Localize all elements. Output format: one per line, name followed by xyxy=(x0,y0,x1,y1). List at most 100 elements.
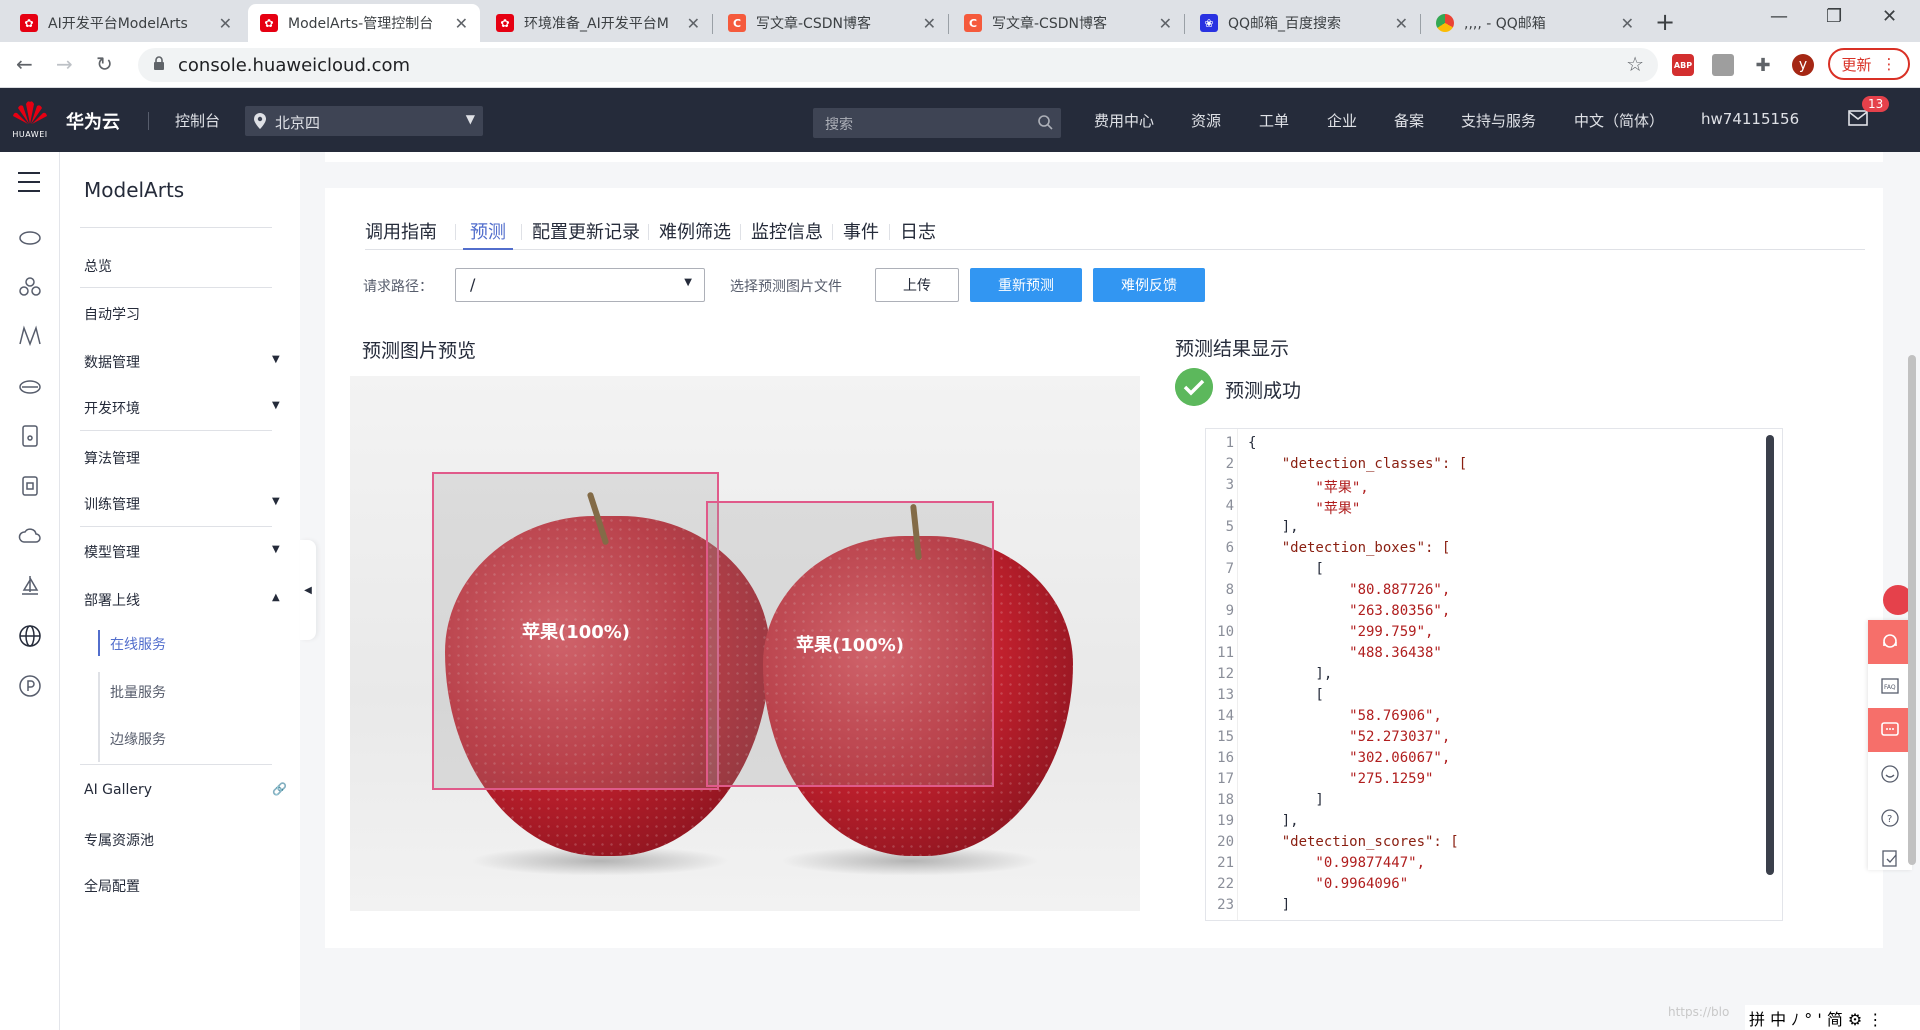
database-icon[interactable] xyxy=(18,424,42,448)
window-close-icon[interactable]: ✕ xyxy=(1882,6,1897,27)
hard-example-feedback-button[interactable]: 难例反馈 xyxy=(1093,268,1205,302)
sailboat-icon[interactable] xyxy=(18,574,42,598)
globe-icon[interactable] xyxy=(18,624,42,648)
avatar[interactable]: y xyxy=(1792,54,1814,76)
new-tab-icon[interactable]: + xyxy=(1655,8,1675,36)
menu-item-deployment[interactable]: 部署上线 xyxy=(84,590,140,610)
maximize-icon[interactable]: ❐ xyxy=(1826,6,1842,27)
submenu-online-service[interactable]: 在线服务 xyxy=(110,634,166,654)
menu-item-dedicated-pool[interactable]: 专属资源池 xyxy=(84,830,154,850)
collapse-sidebar-handle[interactable]: ◀ xyxy=(300,540,316,640)
reload-icon[interactable]: ↻ xyxy=(96,52,113,76)
back-icon[interactable]: ← xyxy=(16,52,33,76)
request-path-select[interactable]: / ▼ xyxy=(455,268,705,302)
browser-tab[interactable]: ✿ 环境准备_AI开发平台M ✕ xyxy=(484,4,712,42)
floating-help-toolbar: FAQ ? xyxy=(1868,620,1912,870)
update-button[interactable]: 更新 ⋮ xyxy=(1828,48,1910,80)
external-link-icon[interactable]: 🔗 xyxy=(272,782,287,796)
menu-item-dev-env[interactable]: 开发环境 xyxy=(84,398,140,418)
browser-tab[interactable]: C 写文章-CSDN博客 ✕ xyxy=(952,4,1184,42)
smile-feedback-icon[interactable] xyxy=(1868,752,1912,796)
tab-events[interactable]: 事件 xyxy=(843,218,879,250)
close-icon[interactable]: ✕ xyxy=(219,14,232,33)
submenu-edge-service[interactable]: 边缘服务 xyxy=(110,729,166,749)
chevron-down-icon[interactable]: ▼ xyxy=(272,354,280,365)
editor-scrollbar[interactable] xyxy=(1766,435,1774,875)
close-icon[interactable]: ✕ xyxy=(1621,14,1634,33)
console-top-nav: HUAWEI 华为云 控制台 北京四 ▼ 搜索 费用中心 资源 工单 企业 备案… xyxy=(0,88,1920,152)
customer-service-icon[interactable] xyxy=(1868,620,1912,664)
browser-tab-active[interactable]: ✿ ModelArts-管理控制台 ✕ xyxy=(248,4,480,42)
browser-tab[interactable]: ,,,, - QQ邮箱 ✕ xyxy=(1424,4,1646,42)
network-icon[interactable] xyxy=(18,274,42,298)
chevron-down-icon[interactable]: ▼ xyxy=(272,400,280,411)
browser-tab[interactable]: ❀ QQ邮箱_百度搜索 ✕ xyxy=(1188,4,1420,42)
close-icon[interactable]: ✕ xyxy=(687,14,700,33)
tab-usage-guide[interactable]: 调用指南 xyxy=(365,218,437,250)
mail-icon[interactable]: 13 xyxy=(1848,96,1890,130)
edit-note-icon[interactable] xyxy=(1868,836,1912,880)
cloud-server-icon[interactable] xyxy=(18,224,42,248)
nav-support[interactable]: 支持与服务 xyxy=(1461,110,1536,131)
top-search-input[interactable]: 搜索 xyxy=(813,108,1061,138)
browser-tab[interactable]: C 写文章-CSDN博客 ✕ xyxy=(716,4,948,42)
search-icon[interactable] xyxy=(1037,114,1053,130)
menu-item-model-management[interactable]: 模型管理 xyxy=(84,542,140,562)
nav-language[interactable]: 中文（简体） xyxy=(1574,110,1664,131)
tab-predict[interactable]: 预测 xyxy=(463,218,513,250)
url-bar[interactable]: console.huaweicloud.com ☆ xyxy=(138,48,1658,82)
tab-config-history[interactable]: 配置更新记录 xyxy=(532,218,640,250)
hamburger-icon[interactable] xyxy=(18,172,40,199)
upload-button[interactable]: 上传 xyxy=(875,268,959,302)
forward-icon[interactable]: → xyxy=(56,52,73,76)
huawei-logo[interactable]: HUAWEI xyxy=(12,100,48,140)
document-icon[interactable] xyxy=(18,474,42,498)
page-scrollbar[interactable] xyxy=(1908,355,1916,865)
adblock-icon[interactable]: ABP xyxy=(1672,54,1694,76)
nav-enterprise[interactable]: 企业 xyxy=(1327,110,1357,131)
close-icon[interactable]: ✕ xyxy=(923,14,936,33)
extension-icon[interactable] xyxy=(1712,54,1734,76)
modelarts-icon[interactable] xyxy=(18,324,42,348)
menu-item-overview[interactable]: 总览 xyxy=(84,256,112,276)
chevron-down-icon[interactable]: ▼ xyxy=(272,496,280,507)
nav-icp[interactable]: 备案 xyxy=(1394,110,1424,131)
menu-item-algorithm[interactable]: 算法管理 xyxy=(84,448,140,468)
ime-toolbar[interactable]: 拼 中 ﾉ ° ' 简 ⚙ ⋮ xyxy=(1745,1005,1920,1030)
menu-item-auto-learning[interactable]: 自动学习 xyxy=(84,304,140,324)
menu-item-global-config[interactable]: 全局配置 xyxy=(84,876,140,896)
tab-hard-examples[interactable]: 难例筛选 xyxy=(659,218,731,250)
cloud-icon[interactable] xyxy=(18,524,42,548)
tab-monitoring[interactable]: 监控信息 xyxy=(751,218,823,250)
browser-tab[interactable]: ✿ AI开发平台ModelArts ✕ xyxy=(8,4,244,42)
content-top-strip xyxy=(325,152,1883,162)
console-link[interactable]: 控制台 xyxy=(175,110,220,131)
menu-item-ai-gallery[interactable]: AI Gallery xyxy=(84,782,152,798)
faq-icon[interactable]: FAQ xyxy=(1868,664,1912,708)
service-tabs: 调用指南 预测 配置更新记录 难例筛选 监控信息 事件 日志 xyxy=(365,218,1865,250)
repredict-button[interactable]: 重新预测 xyxy=(970,268,1082,302)
brand-name[interactable]: 华为云 xyxy=(66,108,120,134)
nav-account[interactable]: hw74115156 xyxy=(1701,110,1799,128)
nav-tickets[interactable]: 工单 xyxy=(1259,110,1289,131)
chevron-down-icon[interactable]: ▼ xyxy=(272,544,280,555)
parking-icon[interactable] xyxy=(18,674,42,698)
region-select[interactable]: 北京四 ▼ xyxy=(245,106,483,136)
chat-icon[interactable] xyxy=(1868,708,1912,752)
nav-billing[interactable]: 费用中心 xyxy=(1094,110,1154,131)
menu-item-training[interactable]: 训练管理 xyxy=(84,494,140,514)
menu-item-data-management[interactable]: 数据管理 xyxy=(84,352,140,372)
nav-resources[interactable]: 资源 xyxy=(1191,110,1221,131)
json-result-viewer[interactable]: 1 {2 "detection_classes": [3 "苹果", 4 "苹果" 5… xyxy=(1205,428,1783,921)
minimize-icon[interactable]: — xyxy=(1770,6,1788,27)
close-icon[interactable]: ✕ xyxy=(455,14,468,33)
puzzle-icon[interactable]: ✚ xyxy=(1752,54,1774,76)
storage-icon[interactable] xyxy=(18,374,42,398)
bookmark-star-icon[interactable]: ☆ xyxy=(1626,52,1644,76)
close-icon[interactable]: ✕ xyxy=(1395,14,1408,33)
chevron-up-icon[interactable]: ▲ xyxy=(272,592,280,603)
close-icon[interactable]: ✕ xyxy=(1159,14,1172,33)
tab-logs[interactable]: 日志 xyxy=(900,218,936,250)
help-icon[interactable]: ? xyxy=(1868,796,1912,840)
submenu-batch-service[interactable]: 批量服务 xyxy=(110,682,166,702)
